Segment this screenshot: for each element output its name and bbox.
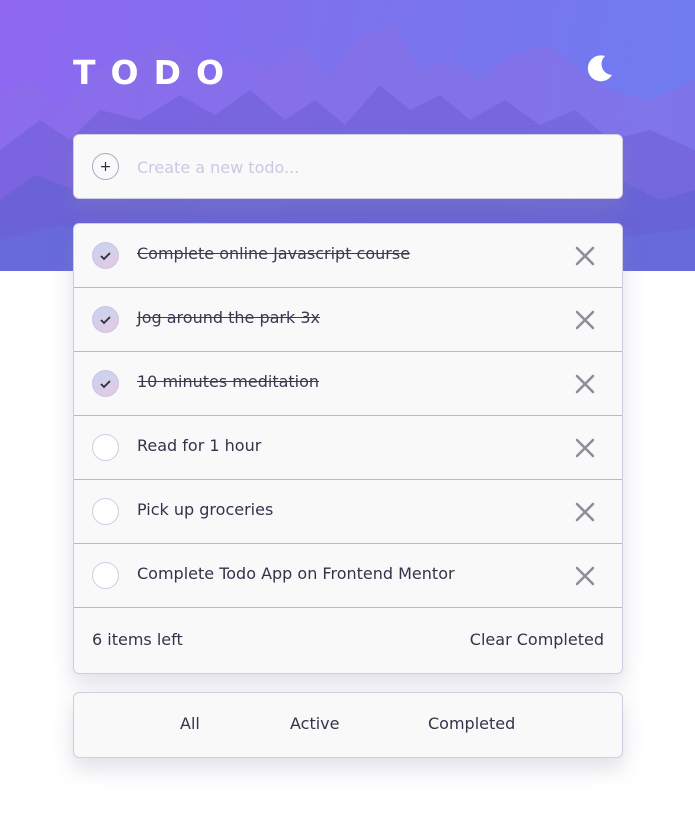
- delete-button[interactable]: [574, 437, 596, 459]
- todo-text: Complete Todo App on Frontend Mentor: [137, 564, 455, 583]
- filter-bar: All Active Completed: [73, 692, 623, 758]
- checkmark-icon: [100, 252, 111, 261]
- list-footer: 6 items left Clear Completed: [74, 608, 622, 673]
- items-left-count: 6 items left: [92, 630, 183, 649]
- delete-button[interactable]: [574, 309, 596, 331]
- moon-icon: [587, 55, 612, 82]
- delete-button[interactable]: [574, 245, 596, 267]
- close-icon: [575, 566, 595, 586]
- todo-checkbox[interactable]: [92, 434, 119, 461]
- todo-item: Complete online Javascript course: [74, 224, 622, 288]
- app-title: TODO: [73, 53, 240, 92]
- todo-checkbox[interactable]: [92, 242, 119, 269]
- delete-button[interactable]: [574, 565, 596, 587]
- todo-checkbox[interactable]: [92, 562, 119, 589]
- todo-item: Read for 1 hour: [74, 416, 622, 480]
- todo-item: 10 minutes meditation: [74, 352, 622, 416]
- checkmark-icon: [100, 380, 111, 389]
- filter-completed-button[interactable]: Completed: [428, 714, 515, 733]
- todo-text: Pick up groceries: [137, 500, 274, 519]
- close-icon: [575, 310, 595, 330]
- theme-toggle-button[interactable]: [583, 52, 615, 84]
- checkmark-icon: [100, 316, 111, 325]
- filter-all-button[interactable]: All: [180, 714, 200, 733]
- todo-text: Complete online Javascript course: [137, 244, 411, 263]
- close-icon: [575, 502, 595, 522]
- new-todo-input[interactable]: [137, 151, 597, 183]
- todo-checkbox[interactable]: [92, 498, 119, 525]
- clear-completed-button[interactable]: Clear Completed: [470, 630, 604, 649]
- new-todo-bar: +: [73, 134, 623, 199]
- todo-item: Jog around the park 3x: [74, 288, 622, 352]
- delete-button[interactable]: [574, 501, 596, 523]
- close-icon: [575, 374, 595, 394]
- todo-text: Jog around the park 3x: [137, 308, 320, 327]
- todo-checkbox[interactable]: [92, 370, 119, 397]
- todo-text: Read for 1 hour: [137, 436, 262, 455]
- filter-active-button[interactable]: Active: [290, 714, 340, 733]
- todo-list: Complete online Javascript course Jog ar…: [73, 223, 623, 674]
- delete-button[interactable]: [574, 373, 596, 395]
- todo-item: Complete Todo App on Frontend Mentor: [74, 544, 622, 608]
- plus-icon[interactable]: +: [92, 153, 119, 180]
- close-icon: [575, 438, 595, 458]
- todo-item: Pick up groceries: [74, 480, 622, 544]
- todo-text: 10 minutes meditation: [137, 372, 320, 391]
- close-icon: [575, 246, 595, 266]
- todo-checkbox[interactable]: [92, 306, 119, 333]
